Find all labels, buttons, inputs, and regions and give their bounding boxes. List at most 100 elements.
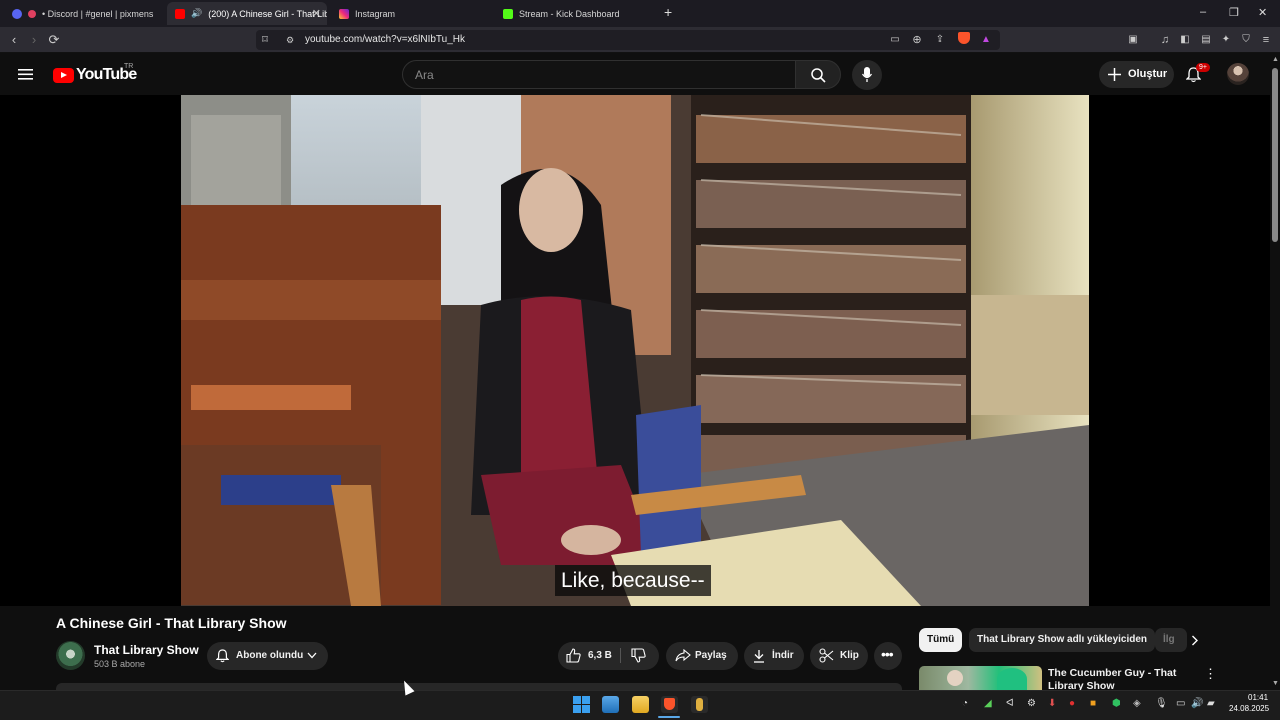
- chip-related[interactable]: İlg: [1155, 628, 1187, 652]
- reader-icon[interactable]: ▣: [1125, 32, 1141, 48]
- tray-app-icon[interactable]: ●: [1069, 698, 1075, 709]
- clock-date[interactable]: 24.08.2025: [1229, 704, 1269, 713]
- dislike-icon[interactable]: [631, 648, 646, 663]
- new-tab-icon[interactable]: +: [664, 4, 672, 20]
- recommended-title[interactable]: The Cucumber Guy - That Library Show: [1048, 667, 1188, 690]
- subscriber-count: 503 B abone: [94, 659, 146, 669]
- app-icon[interactable]: [691, 696, 708, 713]
- cast-icon[interactable]: ▭: [887, 32, 903, 48]
- battery-icon[interactable]: ▰: [1207, 698, 1215, 709]
- discord-icon: [12, 8, 22, 19]
- account-avatar[interactable]: [1227, 63, 1249, 85]
- chip-from-uploader[interactable]: That Library Show adlı yükleyiciden: [969, 628, 1156, 652]
- windows-start-icon[interactable]: [573, 696, 590, 713]
- tray-app-icon[interactable]: ◔: [962, 698, 968, 709]
- bell-icon: [216, 649, 229, 663]
- vpn-icon[interactable]: ⛉: [1238, 32, 1254, 48]
- close-window-icon[interactable]: ✕: [1258, 6, 1267, 19]
- scroll-up-icon[interactable]: ▲: [1272, 56, 1279, 63]
- zoom-icon[interactable]: ⊕: [909, 32, 925, 48]
- search-button[interactable]: [795, 60, 841, 89]
- tray-app-icon[interactable]: ᐊ: [1006, 698, 1014, 709]
- leo-ai-icon[interactable]: ✦: [1218, 32, 1234, 48]
- microphone-tray-icon[interactable]: 🎙: [1155, 698, 1168, 709]
- video-title: A Chinese Girl - That Library Show: [56, 615, 287, 631]
- recommended-thumbnail[interactable]: [919, 666, 1042, 690]
- reload-icon[interactable]: ⟳: [46, 32, 62, 48]
- plus-icon: [1108, 68, 1121, 81]
- tray-app-icon[interactable]: ⬇: [1048, 698, 1056, 709]
- hamburger-menu-icon[interactable]: [18, 68, 34, 81]
- browser-toolbar: ‹ › ⟳ ⌑ ⚙ ▭ ⊕ ⇪ ▲ ▣ ♫ ◧ ▤ ✦ ⛉ ≡: [0, 27, 1280, 53]
- share-icon[interactable]: ⇪: [932, 32, 948, 48]
- scrollbar-thumb[interactable]: [1272, 68, 1278, 242]
- site-info-icon[interactable]: ⚙: [282, 32, 298, 48]
- instagram-icon: [339, 8, 349, 19]
- brave-browser-icon[interactable]: [661, 696, 678, 713]
- download-icon: [754, 650, 764, 663]
- thumbnail-face: [947, 670, 963, 686]
- chevron-right-icon[interactable]: [1191, 635, 1199, 646]
- search-placeholder: Ara: [415, 68, 434, 82]
- voice-search-button[interactable]: [852, 60, 882, 90]
- browser-tab-bar: • Discord | #genel | pixmens 🔊 (200) A C…: [0, 0, 1280, 27]
- clock-time[interactable]: 01:41: [1248, 693, 1268, 702]
- tray-app-icon[interactable]: ⬢: [1112, 698, 1121, 709]
- channel-name[interactable]: That Library Show: [94, 643, 199, 657]
- microphone-icon: [862, 67, 872, 82]
- notification-badge: 9+: [1196, 63, 1210, 72]
- record-icon: [28, 9, 36, 18]
- bookmark-icon[interactable]: ⌑: [257, 32, 273, 48]
- active-app-indicator: [658, 716, 680, 718]
- tab-discord[interactable]: • Discord | #genel | pixmens: [4, 2, 164, 25]
- share-label: Paylaş: [695, 650, 727, 661]
- music-icon[interactable]: ♫: [1157, 32, 1173, 48]
- channel-avatar[interactable]: [56, 641, 85, 670]
- tray-app-icon[interactable]: ◢: [984, 698, 992, 709]
- like-divider: [620, 648, 621, 663]
- video-scene-image: [181, 95, 1089, 606]
- tray-app-icon[interactable]: ■: [1090, 698, 1096, 709]
- photos-app-icon[interactable]: [602, 696, 619, 713]
- sidebar-icon[interactable]: ◧: [1177, 32, 1193, 48]
- video-frame[interactable]: [181, 95, 1089, 606]
- scissors-icon: [819, 648, 834, 663]
- restore-icon[interactable]: ❐: [1229, 6, 1239, 19]
- forward-icon[interactable]: ›: [26, 32, 42, 48]
- tab-instagram[interactable]: Instagram: [331, 2, 491, 25]
- tray-app-icon[interactable]: ◈: [1133, 698, 1141, 709]
- brave-shields-icon[interactable]: [956, 32, 972, 48]
- speaker-icon: 🔊: [191, 8, 203, 18]
- kick-icon: [503, 8, 513, 19]
- youtube-logo-icon[interactable]: [53, 68, 74, 83]
- volume-icon[interactable]: 🔊: [1191, 698, 1203, 709]
- more-actions-button[interactable]: •••: [874, 642, 902, 670]
- wallet-icon[interactable]: ▤: [1198, 32, 1214, 48]
- brave-rewards-icon[interactable]: ▲: [978, 32, 994, 48]
- like-icon[interactable]: [566, 648, 581, 663]
- tab-label: (200) A Chinese Girl - That Lib: [208, 8, 327, 19]
- more-horizontal-icon: •••: [881, 646, 894, 662]
- file-explorer-icon[interactable]: [632, 696, 649, 713]
- tab-kick[interactable]: Stream - Kick Dashboard: [495, 2, 655, 25]
- close-tab-icon[interactable]: ✕: [312, 7, 321, 20]
- tab-youtube[interactable]: 🔊 (200) A Chinese Girl - That Lib ✕: [167, 2, 327, 25]
- video-caption: Like, because--: [555, 565, 711, 596]
- like-count[interactable]: 6,3 B: [588, 650, 612, 661]
- more-vertical-icon[interactable]: ⋮: [1204, 667, 1217, 680]
- menu-icon[interactable]: ≡: [1258, 32, 1274, 48]
- minimize-icon[interactable]: –: [1200, 6, 1206, 18]
- search-icon: [811, 68, 826, 83]
- create-label: Oluştur: [1128, 68, 1168, 80]
- thumbnail-cucumber-costume: [997, 668, 1027, 690]
- back-icon[interactable]: ‹: [6, 32, 22, 48]
- tray-app-icon[interactable]: ⚙: [1027, 698, 1036, 709]
- tab-label: Stream - Kick Dashboard: [519, 8, 620, 19]
- search-input[interactable]: [402, 60, 796, 89]
- chevron-down-icon: [307, 652, 317, 659]
- tab-label: • Discord | #genel | pixmens: [42, 8, 154, 19]
- network-icon[interactable]: ▭: [1176, 698, 1185, 709]
- scroll-down-icon[interactable]: ▼: [1272, 680, 1279, 687]
- url-text[interactable]: youtube.com/watch?v=x6lNIbTu_Hk: [305, 34, 465, 45]
- chip-all[interactable]: Tümü: [919, 628, 963, 652]
